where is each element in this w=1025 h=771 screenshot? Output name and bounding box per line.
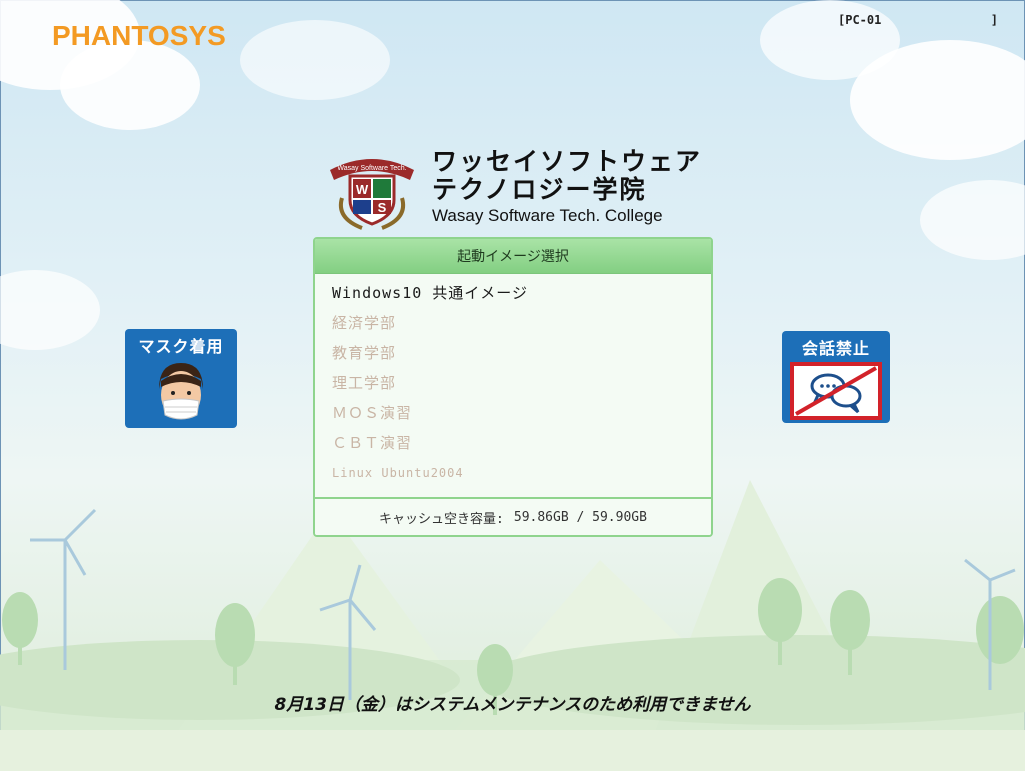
cloud (60, 40, 200, 130)
mask-sign: マスク着用 (125, 329, 237, 428)
boot-image-item-cbt[interactable]: ＣＢＴ演習 (315, 428, 711, 458)
school-name: ワッセイソフトウェア テクノロジー学院 Wasay Software Tech.… (432, 148, 702, 226)
cloud (760, 0, 900, 80)
maintenance-notice: 8月13日（金）はシステムメンテナンスのため利用できません (274, 695, 751, 715)
cloud (240, 20, 390, 100)
school-emblem-icon: Wasay Software Tech. W S (330, 159, 414, 230)
school-name-line2: テクノロジー学院 (432, 175, 647, 204)
boot-image-item-education[interactable]: 教育学部 (315, 338, 711, 368)
mask-sign-title: マスク着用 (138, 337, 224, 356)
boot-image-list: Windows10 共通イメージ 経済学部 教育学部 理工学部 ＭＯＳ演習 ＣＢ… (315, 274, 711, 500)
boot-image-item-mos[interactable]: ＭＯＳ演習 (315, 398, 711, 428)
machine-id-label: [PC-01 (838, 13, 882, 27)
no-talking-sign: 会話禁止 (782, 331, 890, 423)
emblem-letter-s: S (378, 200, 387, 215)
school-logo: Wasay Software Tech. W S ワッセイソフトウェア テクノロ… (322, 148, 712, 230)
no-talking-sign-title: 会話禁止 (801, 339, 870, 358)
masked-person-icon (159, 363, 203, 420)
boot-image-item-science[interactable]: 理工学部 (315, 368, 711, 398)
brand-logo: PHANTOSYS (52, 20, 226, 51)
boot-image-item-windows10[interactable]: Windows10 共通イメージ (315, 278, 711, 308)
cache-label: キャッシュ空き容量: (379, 511, 504, 527)
cache-status: キャッシュ空き容量: 59.86GB / 59.90GB (315, 497, 711, 535)
cache-value: 59.86GB / 59.90GB (513, 509, 647, 525)
panel-title: 起動イメージ選択 (315, 239, 711, 274)
school-name-en: Wasay Software Tech. College (432, 206, 663, 225)
boot-image-item-economics[interactable]: 経済学部 (315, 308, 711, 338)
emblem-letter-w: W (356, 182, 369, 197)
no-talking-icon (790, 362, 882, 420)
school-name-line1: ワッセイソフトウェア (432, 147, 703, 176)
boot-image-item-linux[interactable]: Linux Ubuntu2004 (315, 458, 711, 488)
machine-id: [PC-01 ] (838, 13, 998, 27)
boot-image-panel: 起動イメージ選択 Windows10 共通イメージ 経済学部 教育学部 理工学部… (313, 237, 713, 537)
emblem-arc-text: Wasay Software Tech. (337, 165, 406, 172)
machine-id-close: ] (990, 13, 998, 27)
